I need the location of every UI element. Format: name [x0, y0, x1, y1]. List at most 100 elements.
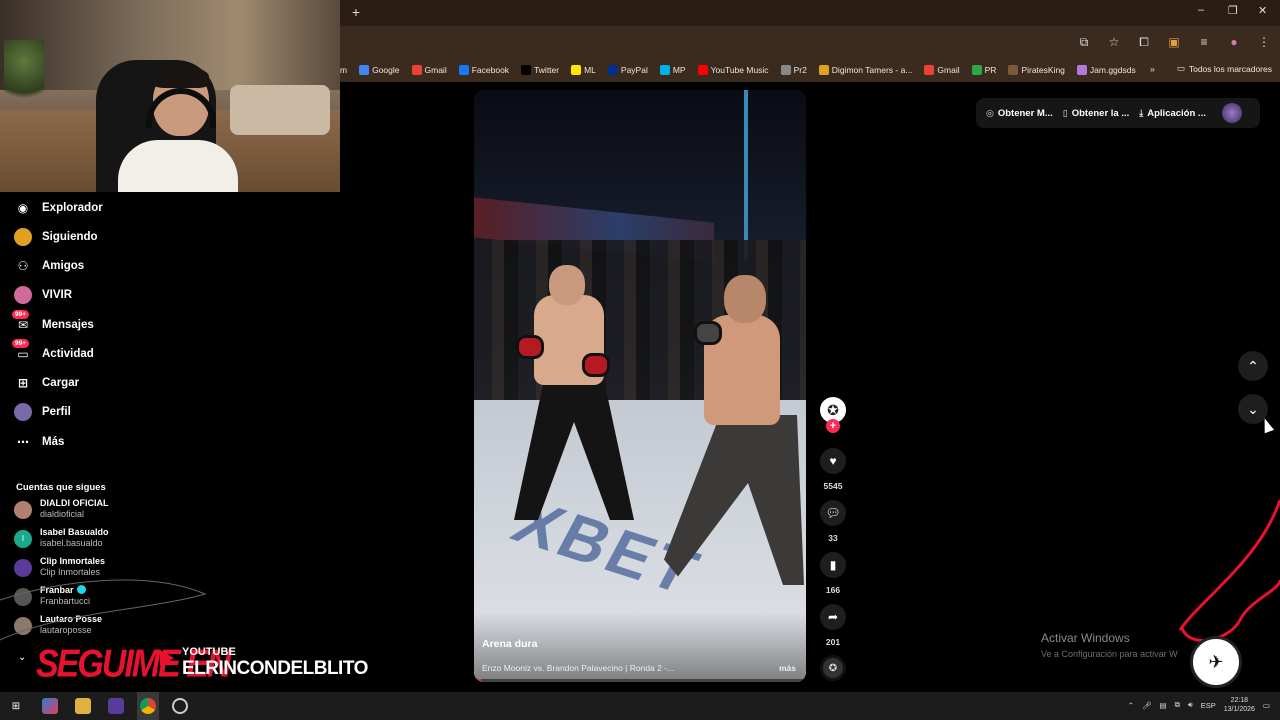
video-player[interactable]: XBET Arena dura Enzo Mooniz vs. Brandon …: [474, 90, 806, 682]
sidebar-item-compass[interactable]: ◉ Explorador: [14, 199, 103, 217]
chrome-icon[interactable]: [140, 698, 156, 714]
streamer-hair: [153, 66, 209, 88]
bookmark-item[interactable]: Twitter: [521, 65, 559, 75]
fighter-left-head: [549, 265, 585, 305]
following-account[interactable]: I Isabel Basualdo isabel.basualdo: [14, 527, 109, 549]
previous-video-button[interactable]: ⌃: [1238, 351, 1268, 381]
sidebar-item-upload[interactable]: ⊞ Cargar: [14, 374, 79, 392]
following-account[interactable]: DIALDI OFICIAL dialdioficial: [14, 498, 109, 520]
bookmark-item[interactable]: PR: [971, 65, 996, 75]
sidebar-item-live-avatar[interactable]: VIVIR: [14, 286, 72, 304]
file-explorer-icon[interactable]: [75, 698, 91, 714]
account-names: Isabel Basualdo isabel.basualdo: [40, 527, 109, 549]
save-button[interactable]: ▮: [820, 552, 846, 578]
sidebar-item-label: Amigos: [42, 260, 85, 272]
browser-menu-icon[interactable]: ⋮: [1256, 34, 1272, 50]
mouse-cursor-icon: [1259, 416, 1275, 434]
language-indicator[interactable]: ESP: [1201, 701, 1216, 710]
sidebar-item-label: VIVIR: [42, 289, 73, 301]
youtube-music-icon: [697, 65, 708, 75]
minimize-button[interactable]: –: [1198, 4, 1204, 16]
new-tab-button[interactable]: +: [348, 4, 364, 20]
app-icon[interactable]: [108, 698, 124, 714]
bookmark-item[interactable]: Google: [359, 65, 400, 75]
google-icon: [359, 65, 370, 75]
coin-icon: ◎: [986, 107, 994, 118]
bookmark-star-icon[interactable]: ☆: [1106, 34, 1122, 50]
extension-folder-icon[interactable]: ▣: [1166, 34, 1182, 50]
wifi-icon[interactable]: ⧉: [1175, 700, 1180, 710]
share-button[interactable]: ➦: [820, 604, 846, 630]
profile-icon[interactable]: ●: [1226, 34, 1242, 50]
video-author[interactable]: Arena dura: [482, 638, 537, 650]
sidebar-item-label: Explorador: [42, 202, 103, 214]
link-icon: [780, 65, 791, 75]
extensions-icon[interactable]: ⧠: [1136, 34, 1152, 50]
video-progress-bar[interactable]: [474, 679, 806, 682]
bookmark-item[interactable]: Digimon Tamers - a...: [818, 65, 912, 75]
bookmark-item[interactable]: m: [340, 65, 347, 75]
microphone-icon[interactable]: 🎤︎: [1142, 701, 1152, 710]
bookmark-item[interactable]: Gmail: [924, 65, 960, 75]
following-account[interactable]: Franbar Franbartucci: [14, 585, 90, 607]
channel-logo: ✈: [1190, 636, 1242, 688]
sidebar-item-profile-avatar[interactable]: Perfil: [14, 403, 71, 421]
bookmark-item[interactable]: Jam.ggdsds: [1076, 65, 1136, 75]
network-icon[interactable]: ▤: [1160, 701, 1167, 710]
follow-plus-button[interactable]: +: [826, 419, 840, 433]
bookmarks-more-icon[interactable]: »: [1150, 64, 1155, 74]
like-count: 5545: [823, 481, 843, 491]
bookmark-item[interactable]: Facebook: [458, 65, 510, 75]
bookmark-label: m: [340, 65, 348, 75]
obs-icon[interactable]: [172, 698, 188, 714]
tab-search-icon[interactable]: ≡: [1196, 34, 1212, 50]
sound-disc[interactable]: ✪: [820, 655, 846, 681]
download-app-button[interactable]: ⤓ Aplicación ...: [1139, 108, 1206, 119]
sidebar-item-messages[interactable]: ✉ 99+ Mensajes: [12, 310, 94, 334]
x-icon: [521, 65, 532, 75]
video-more-link[interactable]: más: [779, 663, 796, 673]
get-coins-label: Obtener M...: [997, 107, 1053, 119]
sidebar-item-activity[interactable]: ▭ 99+ Actividad: [12, 339, 94, 363]
sidebar-item-following-avatar[interactable]: Siguiendo: [14, 228, 98, 246]
cast-icon[interactable]: ⧉: [1076, 34, 1092, 50]
bookmark-item[interactable]: Pr2: [780, 65, 807, 75]
compass-icon: ◉: [17, 201, 29, 215]
maximize-button[interactable]: ❐: [1228, 4, 1238, 17]
following-account[interactable]: Lautaro Posse lautaroposse: [14, 614, 102, 636]
sidebar-item-more[interactable]: ⋯ Más: [14, 433, 64, 451]
clock[interactable]: 22:18 13/1/2026: [1224, 696, 1255, 714]
bookmark-item[interactable]: Gmail: [411, 65, 447, 75]
like-button[interactable]: ♥: [820, 448, 846, 474]
sidebar-item-label: Cargar: [42, 377, 80, 389]
tray-overflow-icon[interactable]: ⌃: [1128, 701, 1134, 710]
comment-button[interactable]: 💬︎: [820, 500, 846, 526]
get-coins-button[interactable]: ◎ Obtener M...: [986, 108, 1053, 119]
all-bookmarks-folder[interactable]: » ▭ Todos los marcadores: [1150, 63, 1272, 74]
video-progress-fill: [474, 679, 481, 682]
volume-icon[interactable]: 🔊︎: [1188, 700, 1193, 710]
windows-start-icon[interactable]: ⊞: [8, 698, 24, 714]
notifications-icon[interactable]: ▭: [1263, 701, 1270, 710]
account-name-text: Clip Inmortales: [40, 556, 106, 566]
account-name-text: Franbar: [40, 585, 74, 595]
browser-toolbar-icons: ⧉ ☆ ⧠ ▣ ≡ ● ⋮: [1076, 34, 1272, 50]
bookmark-item[interactable]: MP: [659, 65, 686, 75]
webcam-streamer: [118, 66, 238, 192]
following-account[interactable]: Clip Inmortales Clip Inmortales: [14, 556, 105, 578]
bookmarks-bar: m Google Gmail Facebook Twitter ML PayPal MP You…: [340, 58, 1280, 82]
chevron-down-icon[interactable]: ⌄: [18, 652, 26, 663]
bookmark-item[interactable]: ML: [571, 65, 596, 75]
screen: + – ❐ ✕ ⧉ ☆ ⧠ ▣ ≡ ● ⋮ m Google Gmail Facebo…: [0, 0, 1280, 720]
user-avatar[interactable]: [1221, 103, 1242, 123]
close-window-button[interactable]: ✕: [1258, 4, 1267, 17]
bookmark-item[interactable]: YouTube Music: [697, 65, 769, 75]
windows-activation-watermark: Activar Windows Ve a Configuración para …: [1041, 631, 1178, 659]
get-app-button[interactable]: ▯ Obtener la ...: [1063, 108, 1130, 119]
bookmark-label: Facebook: [471, 65, 510, 75]
bookmark-item[interactable]: PiratesKing: [1008, 65, 1065, 75]
copilot-icon[interactable]: [42, 698, 58, 714]
bookmark-item[interactable]: PayPal: [607, 65, 648, 75]
sidebar-item-friends[interactable]: ⚇ Amigos: [14, 257, 85, 275]
logo-icon: ✈: [1208, 651, 1224, 672]
